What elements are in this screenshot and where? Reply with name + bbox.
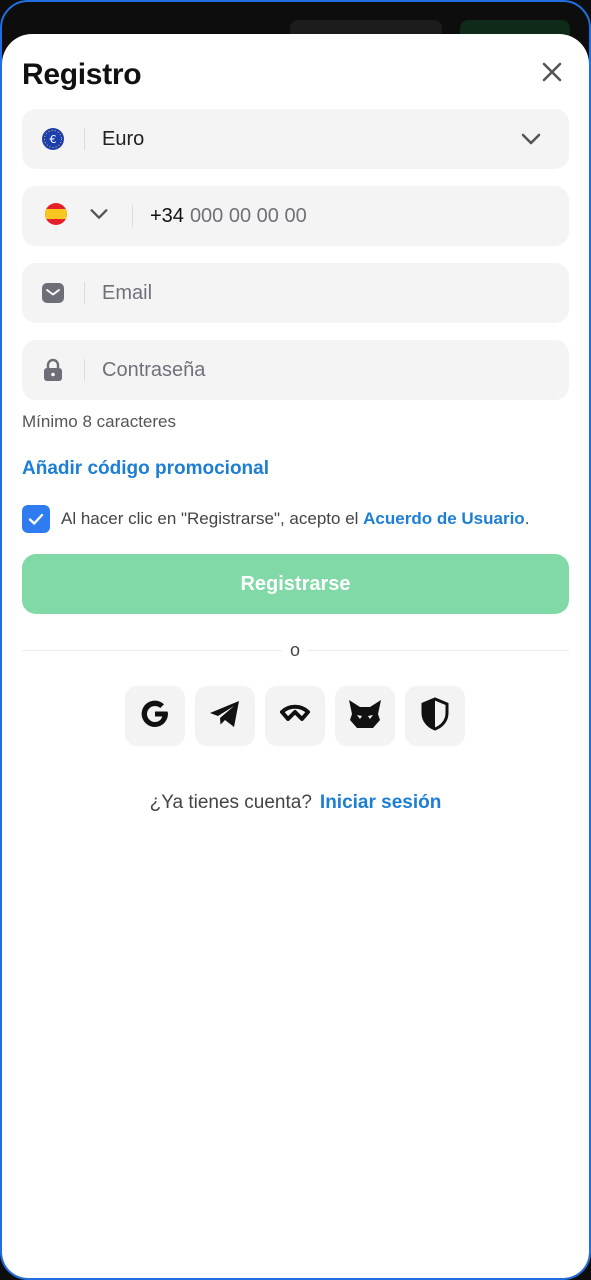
email-placeholder: Email — [102, 281, 153, 304]
add-promo-code-link[interactable]: Añadir código promocional — [22, 458, 269, 480]
walletconnect-login-button[interactable] — [265, 686, 325, 746]
mail-icon — [22, 282, 84, 304]
password-placeholder: Contraseña — [102, 358, 206, 381]
currency-select[interactable]: € Euro — [22, 109, 569, 169]
login-question: ¿Ya tienes cuenta? — [149, 792, 312, 813]
password-field[interactable]: Contraseña — [22, 340, 569, 400]
euro-coin-icon: € — [22, 127, 84, 151]
lock-icon — [22, 358, 84, 382]
agreement-checkbox[interactable] — [22, 505, 50, 533]
walletconnect-icon — [278, 703, 312, 730]
email-field[interactable]: Email — [22, 263, 569, 323]
user-agreement-link[interactable]: Acuerdo de Usuario — [363, 509, 525, 528]
shield-icon — [420, 696, 450, 736]
login-prompt: ¿Ya tienes cuenta? Iniciar sesión — [2, 792, 589, 814]
social-login-row — [125, 686, 465, 746]
spain-flag-icon — [44, 202, 68, 231]
passkey-login-button[interactable] — [405, 686, 465, 746]
registration-modal: Registro € Euro +34 000 00 00 00 Email C… — [2, 34, 589, 1278]
metamask-login-button[interactable] — [335, 686, 395, 746]
agreement-text: Al hacer clic en "Registrarse", acepto e… — [61, 509, 529, 529]
password-hint: Mínimo 8 caracteres — [22, 412, 176, 431]
phone-prefix: +34 — [150, 204, 184, 227]
google-icon — [138, 697, 172, 736]
phone-field[interactable]: +34 000 00 00 00 — [22, 186, 569, 246]
modal-title: Registro — [22, 58, 142, 91]
telegram-icon — [208, 699, 242, 734]
agreement-suffix: . — [524, 509, 530, 528]
chevron-down-icon[interactable] — [88, 203, 110, 230]
app-frame: Registro € Euro +34 000 00 00 00 Email C… — [0, 0, 591, 1280]
chevron-down-icon[interactable] — [519, 127, 543, 156]
google-login-button[interactable] — [125, 686, 185, 746]
close-icon[interactable] — [538, 58, 566, 86]
phone-placeholder: 000 00 00 00 — [189, 204, 307, 227]
phone-input[interactable]: +34 000 00 00 00 — [133, 205, 307, 228]
country-code-select[interactable] — [22, 202, 132, 231]
svg-text:€: € — [50, 133, 57, 146]
metamask-icon — [347, 698, 383, 735]
agreement-label: Al hacer clic en "Registrarse", acepto e… — [61, 509, 364, 528]
agreement-row: Al hacer clic en "Registrarse", acepto e… — [22, 505, 529, 533]
divider-label: o — [282, 640, 308, 661]
currency-value: Euro — [102, 127, 145, 150]
login-link[interactable]: Iniciar sesión — [320, 792, 441, 813]
telegram-login-button[interactable] — [195, 686, 255, 746]
register-button[interactable]: Registrarse — [22, 554, 569, 614]
